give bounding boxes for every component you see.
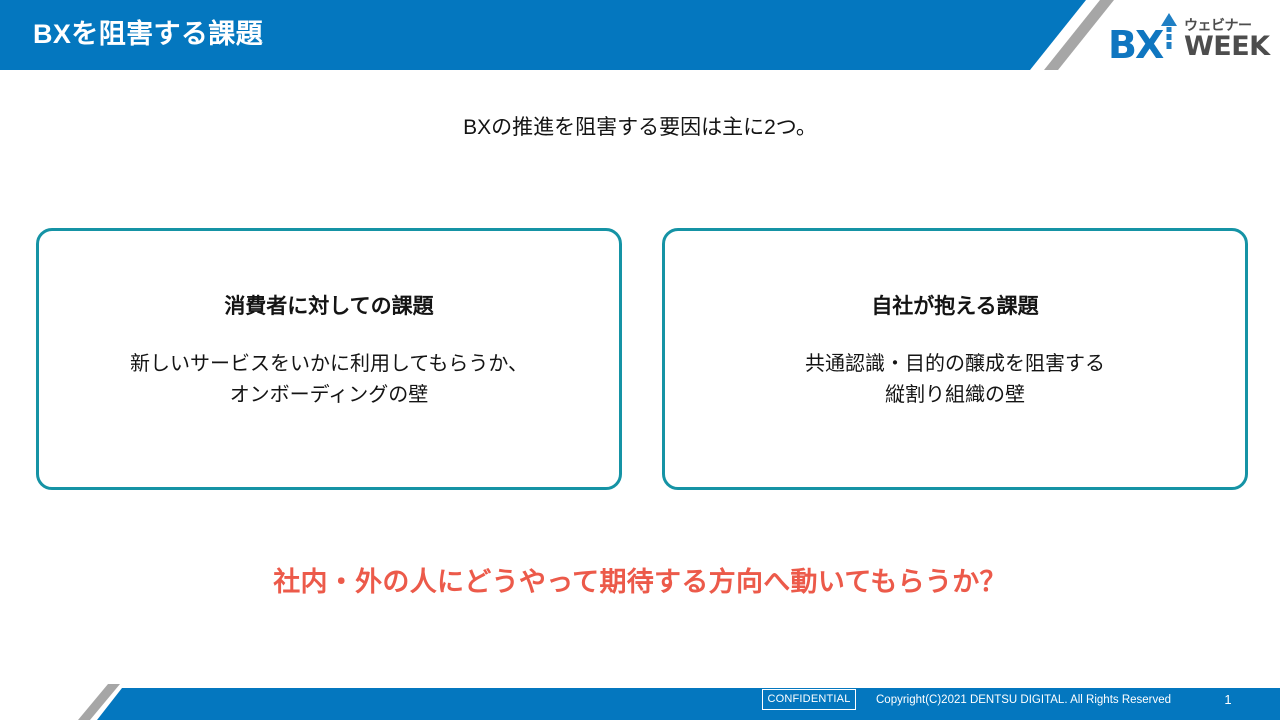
up-arrow-icon: [1161, 13, 1177, 49]
lead-text: BXの推進を阻害する要因は主に2つ。: [463, 116, 817, 139]
issue-card-consumer: 消費者に対しての課題 新しいサービスをいかに利用してもらうか、 オンボーディング…: [36, 228, 622, 490]
card-title: 自社が抱える課題: [871, 295, 1039, 318]
bx-week-logo: BX ウェビナー WEEK: [1108, 12, 1270, 68]
card-title: 消費者に対しての課題: [224, 295, 434, 318]
highlight-question: 社内・外の人にどうやって期待する方向へ動いてもらうか？: [273, 567, 1007, 597]
issue-card-internal: 自社が抱える課題 共通認識・目的の醸成を阻害する 縦割り組織の壁: [662, 228, 1248, 490]
card-body: 共通認識・目的の醸成を阻害する 縦割り組織の壁: [805, 353, 1105, 406]
slide-footer: CONFIDENTIAL Copyright(C)2021 DENTSU DIG…: [0, 684, 1280, 720]
logo-bx-text: BX: [1108, 23, 1164, 67]
slide: BXを阻害する課題 BX ウェビナー WEEK BXの推進を阻害する要因は主に2…: [0, 0, 1280, 720]
page-title: BXを阻害する課題: [33, 19, 264, 49]
confidential-badge: CONFIDENTIAL: [762, 689, 856, 710]
page-number: 1: [1224, 692, 1232, 707]
card-body: 新しいサービスをいかに利用してもらうか、 オンボーディングの壁: [130, 353, 528, 406]
logo-week-text: WEEK: [1184, 31, 1270, 62]
slide-header: BXを阻害する課題: [0, 0, 1280, 70]
copyright-text: Copyright(C)2021 DENTSU DIGITAL. All Rig…: [876, 694, 1172, 706]
